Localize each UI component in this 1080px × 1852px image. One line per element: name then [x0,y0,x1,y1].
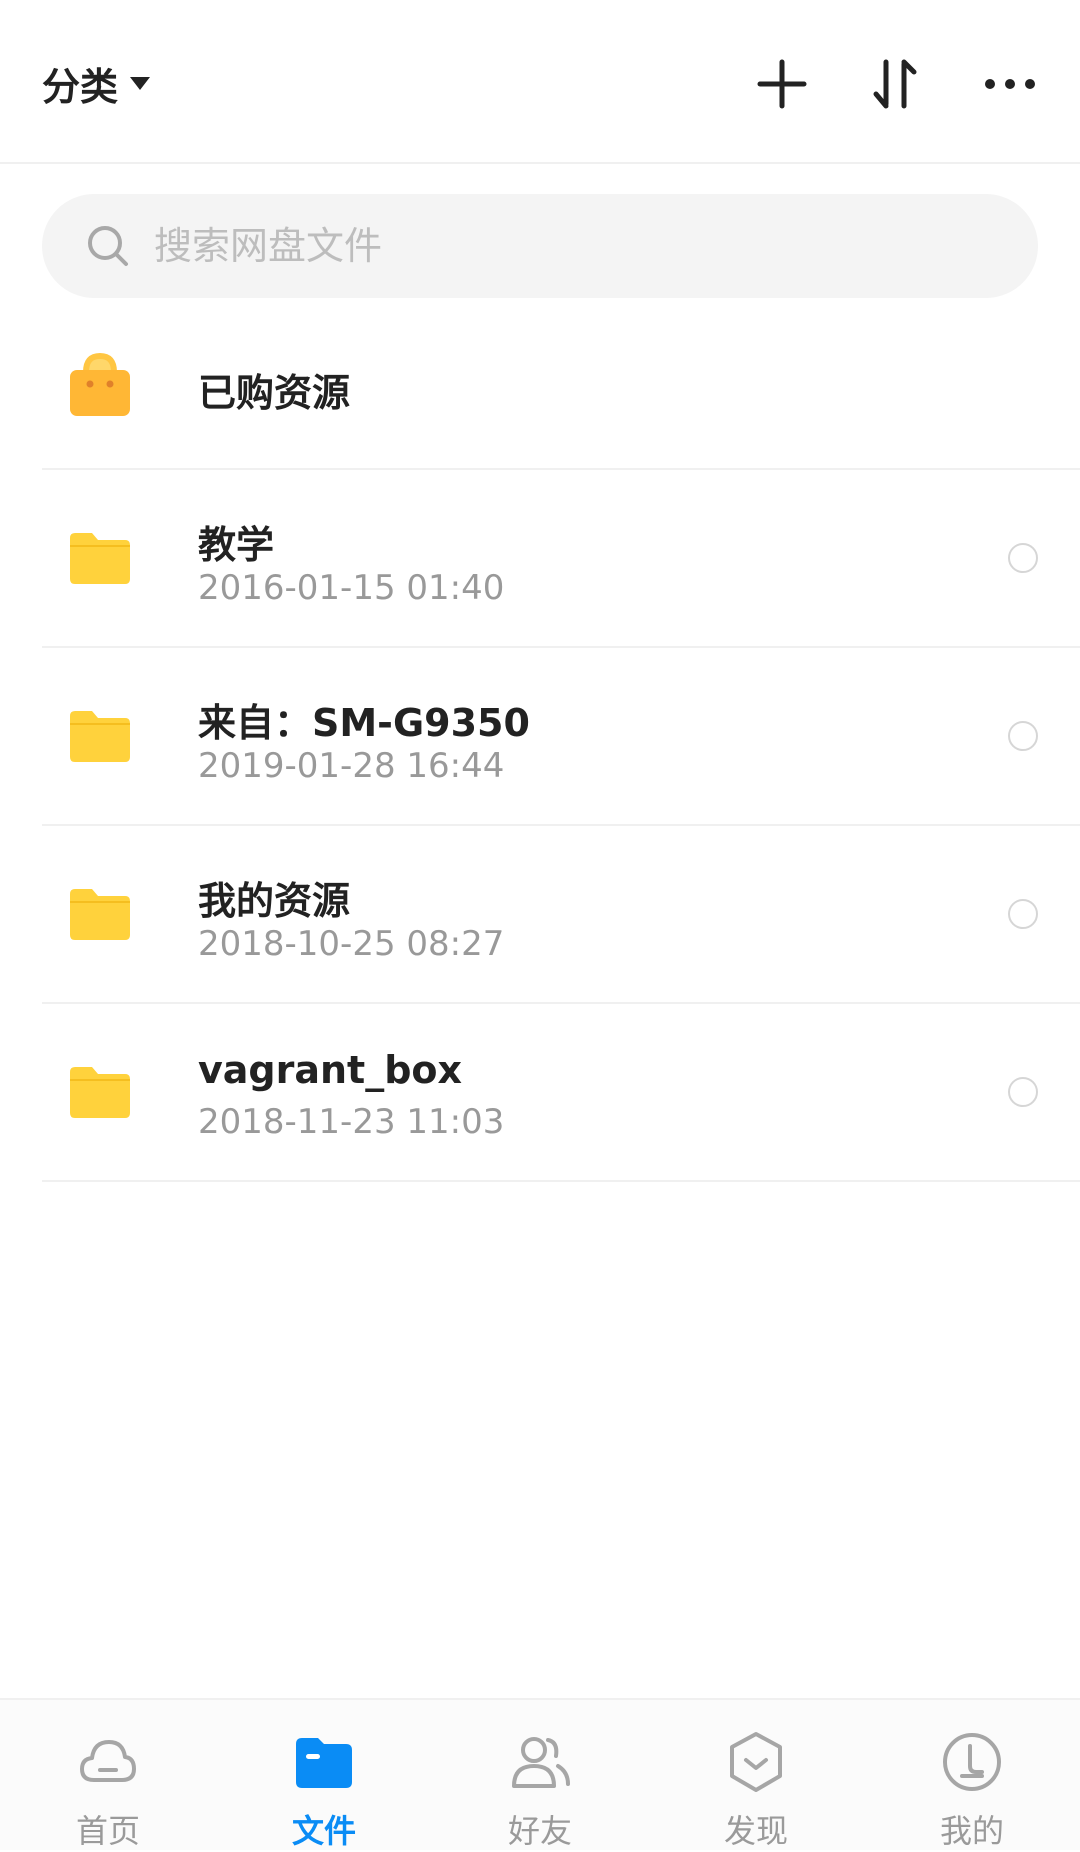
bottom-tab-bar: 首页 文件 好友 发现 我的 [0,1698,1080,1850]
file-date: 2018-11-23 11:03 [198,1102,505,1142]
folder-icon [70,889,130,940]
tab-label: 文件 [291,1812,356,1850]
file-date: 2018-10-25 08:27 [198,924,505,964]
tab-label: 发现 [723,1812,788,1850]
list-item[interactable]: 教学 2016-01-15 01:40 [42,468,1080,648]
file-name: 教学 [198,523,275,567]
add-icon [757,59,807,109]
discover-icon [730,1732,782,1792]
tab-home[interactable]: 首页 [0,1700,216,1850]
list-item[interactable]: 我的资源 2018-10-25 08:27 [42,824,1080,1004]
profile-icon [943,1733,1001,1791]
tab-profile[interactable]: 我的 [864,1700,1080,1850]
search-icon [88,226,128,266]
select-checkbox[interactable] [1008,543,1038,573]
tab-friends[interactable]: 好友 [432,1700,648,1850]
add-button[interactable] [746,48,818,120]
category-dropdown[interactable]: 分类 [42,56,151,110]
sort-icon [873,59,917,109]
file-name: 我的资源 [198,879,351,923]
category-label: 分类 [42,64,119,109]
tab-label: 好友 [507,1812,572,1850]
folder-icon [70,533,130,584]
tab-label: 我的 [939,1812,1004,1850]
cloud-icon [80,1740,136,1782]
shopping-bag-icon [70,352,130,416]
file-date: 2019-01-28 16:44 [198,746,505,786]
file-date: 2016-01-15 01:40 [198,568,505,608]
tab-files[interactable]: 文件 [216,1700,432,1850]
more-button[interactable] [974,48,1046,120]
search-bar[interactable] [42,194,1038,298]
friends-icon [512,1737,570,1788]
folder-icon [70,1067,130,1118]
purchased-resources-item[interactable]: 已购资源 [42,322,1080,470]
search-input[interactable] [152,223,916,269]
more-icon [985,79,1035,89]
top-bar: 分类 [0,0,1080,164]
tab-discover[interactable]: 发现 [648,1700,864,1850]
file-name: vagrant_box [198,1048,463,1092]
folder-icon [296,1738,352,1788]
select-checkbox[interactable] [1008,1077,1038,1107]
list-item[interactable]: vagrant_box 2018-11-23 11:03 [42,1002,1080,1182]
select-checkbox[interactable] [1008,899,1038,929]
tab-label: 首页 [75,1812,140,1850]
select-checkbox[interactable] [1008,721,1038,751]
file-name: 来自：SM-G9350 [198,701,530,745]
caret-down-icon [130,76,151,90]
purchased-resources-label: 已购资源 [198,371,351,415]
folder-icon [70,711,130,762]
list-item[interactable]: 来自：SM-G9350 2019-01-28 16:44 [42,646,1080,826]
sort-button[interactable] [860,48,932,120]
